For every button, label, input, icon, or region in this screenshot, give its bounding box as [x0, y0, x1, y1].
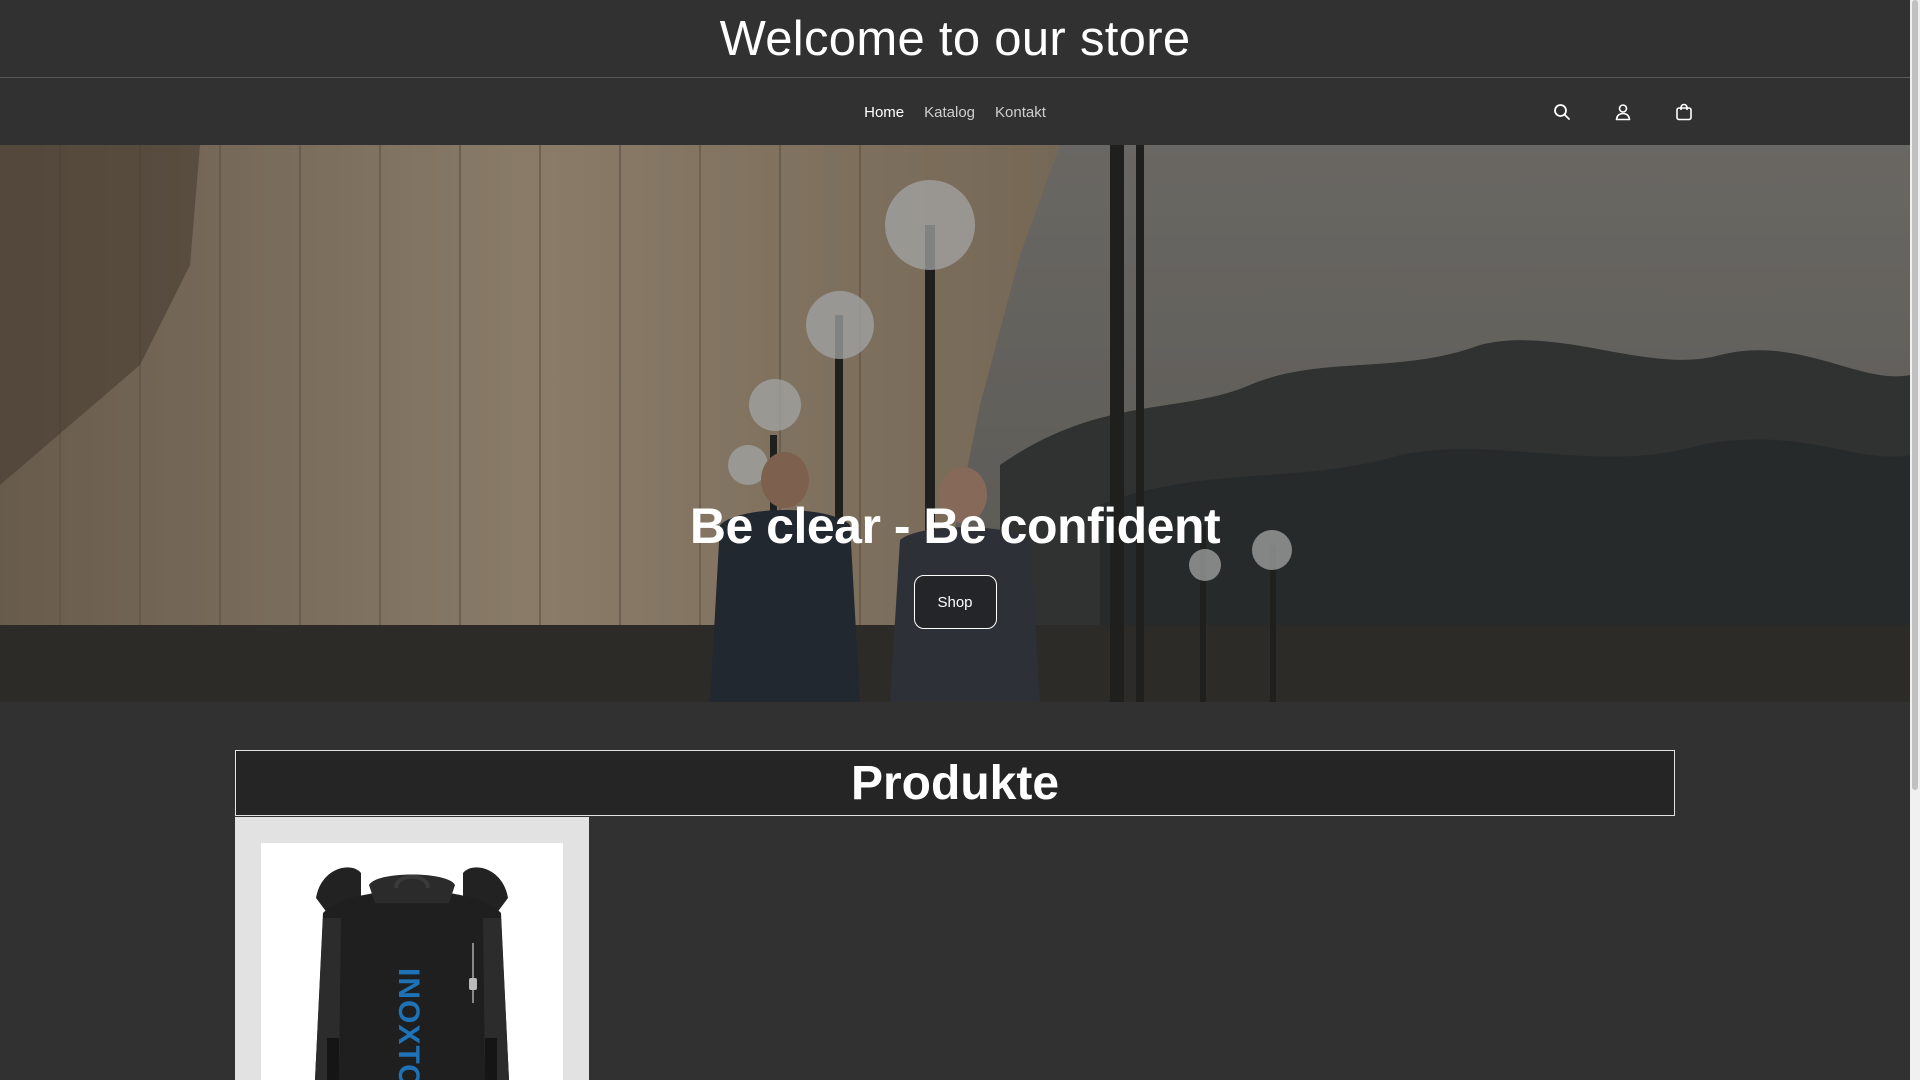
nav-kontakt[interactable]: Kontakt: [995, 104, 1046, 121]
backpack-image: INOXTO: [315, 867, 509, 1080]
storefront-page: Welcome to our store Home Katalog Kontak…: [0, 0, 1920, 1080]
hero-banner: Be clear - Be confident Shop: [0, 145, 1910, 702]
search-icon[interactable]: [1550, 97, 1574, 127]
header-icons: [1550, 97, 1696, 127]
svg-text:INOXTO: INOXTO: [392, 968, 425, 1080]
cart-icon[interactable]: [1672, 97, 1696, 127]
hero-title: Be clear - Be confident: [689, 498, 1221, 554]
product-card[interactable]: INOXTO: [235, 817, 589, 1080]
scrollbar-thumb[interactable]: [1912, 0, 1918, 790]
announcement-text: Welcome to our store: [719, 11, 1191, 66]
hero-content: Be clear - Be confident Shop: [0, 497, 1910, 629]
nav-katalog[interactable]: Katalog: [924, 104, 975, 121]
products-heading-box: Produkte: [235, 750, 1675, 816]
announcement-bar: Welcome to our store: [0, 0, 1910, 78]
page-scrollbar[interactable]: [1910, 0, 1920, 1080]
account-icon[interactable]: [1611, 97, 1635, 127]
products-heading: Produkte: [850, 756, 1060, 810]
shop-button[interactable]: Shop: [913, 575, 997, 629]
site-header: Home Katalog Kontakt: [0, 79, 1910, 145]
nav-home[interactable]: Home: [864, 104, 904, 121]
product-image[interactable]: INOXTO: [261, 843, 563, 1080]
